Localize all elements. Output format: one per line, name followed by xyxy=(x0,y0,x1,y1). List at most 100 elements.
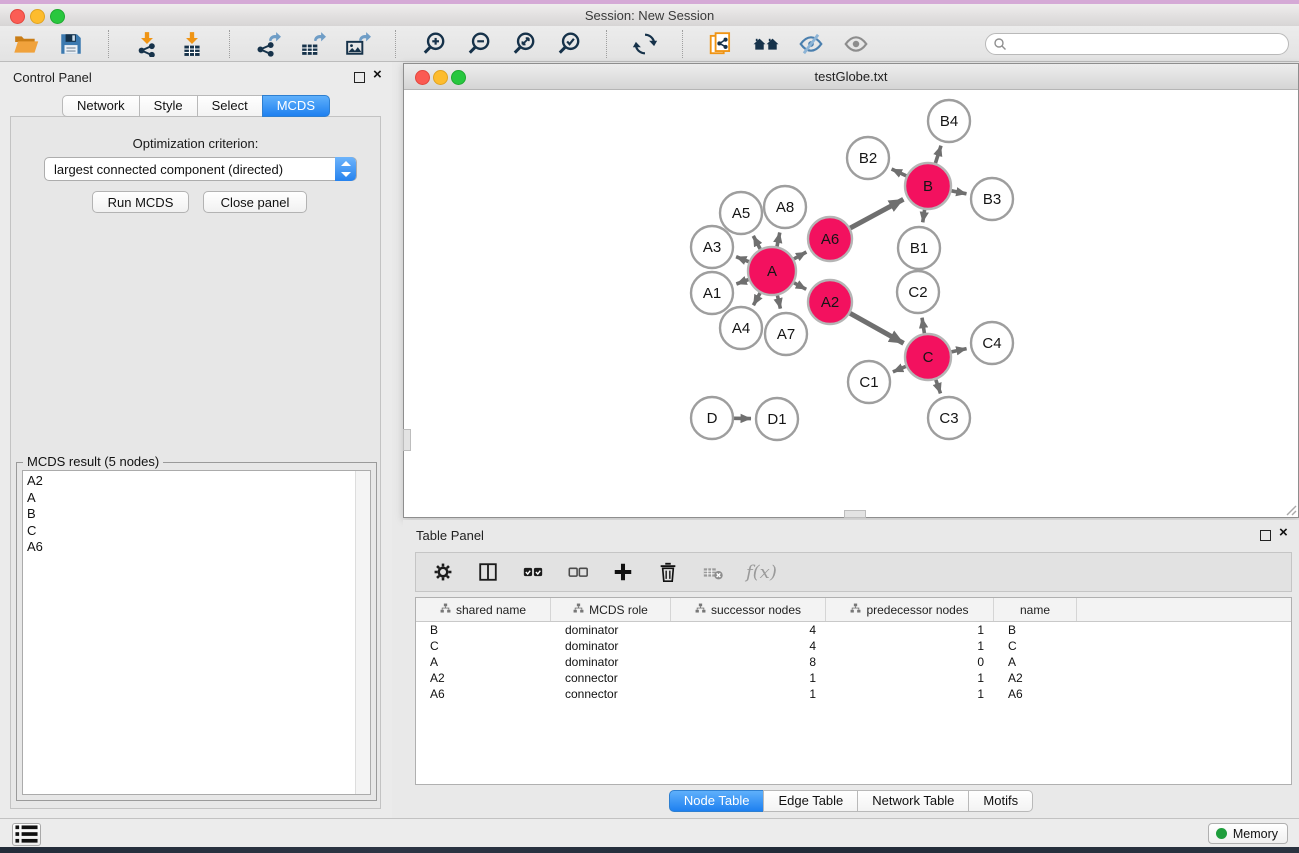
task-history-button[interactable] xyxy=(12,823,41,846)
node-D[interactable]: D xyxy=(691,397,733,439)
result-item[interactable]: A xyxy=(23,490,355,507)
edge-B-B2[interactable] xyxy=(892,169,907,176)
gear-icon[interactable] xyxy=(431,560,455,584)
edge-C-C1[interactable] xyxy=(893,366,906,372)
node-A6[interactable]: A6 xyxy=(808,217,852,261)
tab-select[interactable]: Select xyxy=(197,95,263,117)
run-mcds-button[interactable]: Run MCDS xyxy=(92,191,189,213)
tab-style[interactable]: Style xyxy=(139,95,198,117)
tab-motifs[interactable]: Motifs xyxy=(968,790,1033,812)
float-panel-icon[interactable] xyxy=(1260,530,1271,541)
edge-A-A8[interactable] xyxy=(777,233,780,247)
tab-network[interactable]: Network xyxy=(62,95,140,117)
select-all-icon[interactable] xyxy=(521,560,545,584)
memory-button[interactable]: Memory xyxy=(1208,823,1288,844)
float-panel-icon[interactable] xyxy=(354,72,365,83)
node-C2[interactable]: C2 xyxy=(897,271,939,313)
node-A1[interactable]: A1 xyxy=(691,272,733,314)
edge-A6-B[interactable] xyxy=(850,199,903,228)
column-header-successor-nodes[interactable]: successor nodes xyxy=(671,598,826,621)
refresh-layout-icon[interactable] xyxy=(631,30,659,58)
close-panel-icon[interactable]: × xyxy=(1279,524,1288,542)
zoom-in-icon[interactable] xyxy=(420,30,448,58)
tab-mcds[interactable]: MCDS xyxy=(262,95,330,117)
node-A5[interactable]: A5 xyxy=(720,192,762,234)
zoom-selected-icon[interactable] xyxy=(555,30,583,58)
result-item[interactable]: A2 xyxy=(23,473,355,490)
export-image-icon[interactable] xyxy=(344,30,372,58)
node-A4[interactable]: A4 xyxy=(720,307,762,349)
show-graphics-details-icon[interactable] xyxy=(842,30,870,58)
result-item[interactable]: C xyxy=(23,523,355,540)
table-row[interactable]: A6connector11A6 xyxy=(416,686,1291,702)
node-B2[interactable]: B2 xyxy=(847,137,889,179)
edge-A-A3[interactable] xyxy=(736,257,749,262)
result-list-scrollbar[interactable] xyxy=(355,471,370,794)
node-C1[interactable]: C1 xyxy=(848,361,890,403)
table-row[interactable]: Bdominator41B xyxy=(416,622,1291,638)
network-canvas[interactable]: B4 B2 B B3 A5A8A6 A3 A B1 A1 C2 A2 A4A7 C4 C C1 D D1 C3 xyxy=(404,89,1298,517)
edge-C-C4[interactable] xyxy=(951,349,966,352)
export-network-icon[interactable] xyxy=(254,30,282,58)
result-item[interactable]: A6 xyxy=(23,539,355,556)
edge-A-A4[interactable] xyxy=(753,293,760,305)
edge-A2-C[interactable] xyxy=(850,313,904,343)
splitter-handle-bottom[interactable] xyxy=(844,510,866,518)
columns-icon[interactable] xyxy=(476,560,500,584)
tab-edge-table[interactable]: Edge Table xyxy=(763,790,858,812)
zoom-out-icon[interactable] xyxy=(465,30,493,58)
column-header-predecessor-nodes[interactable]: predecessor nodes xyxy=(826,598,994,621)
table-row[interactable]: Cdominator41C xyxy=(416,638,1291,654)
node-C3[interactable]: C3 xyxy=(928,397,970,439)
result-item[interactable]: B xyxy=(23,506,355,523)
node-A8[interactable]: A8 xyxy=(764,186,806,228)
criterion-dropdown[interactable]: largest connected component (directed) xyxy=(44,157,357,181)
add-icon[interactable] xyxy=(611,560,635,584)
node-C[interactable]: C xyxy=(905,334,951,380)
search-input[interactable] xyxy=(985,33,1289,55)
resize-grip-icon[interactable] xyxy=(1283,502,1297,516)
edge-B-B1[interactable] xyxy=(923,210,925,223)
zoom-fit-icon[interactable] xyxy=(510,30,538,58)
save-session-icon[interactable] xyxy=(57,30,85,58)
tab-node-table[interactable]: Node Table xyxy=(669,790,765,812)
tab-network-table[interactable]: Network Table xyxy=(857,790,969,812)
network-document-icon[interactable] xyxy=(707,30,735,58)
node-B[interactable]: B xyxy=(905,163,951,209)
node-A7[interactable]: A7 xyxy=(765,313,807,355)
close-panel-button[interactable]: Close panel xyxy=(203,191,307,213)
open-session-icon[interactable] xyxy=(12,30,40,58)
delete-table-icon[interactable] xyxy=(701,560,725,584)
node-B3[interactable]: B3 xyxy=(971,178,1013,220)
node-C4[interactable]: C4 xyxy=(971,322,1013,364)
edge-A-A6[interactable] xyxy=(794,252,807,259)
edge-A-A2[interactable] xyxy=(794,283,806,290)
column-header-mcds-role[interactable]: MCDS role xyxy=(551,598,671,621)
edge-A-A1[interactable] xyxy=(736,280,748,284)
hide-graphics-details-icon[interactable] xyxy=(797,30,825,58)
column-header-name[interactable]: name xyxy=(994,598,1077,621)
deselect-all-icon[interactable] xyxy=(566,560,590,584)
import-network-icon[interactable] xyxy=(133,30,161,58)
node-D1[interactable]: D1 xyxy=(756,398,798,440)
edge-A-A7[interactable] xyxy=(777,295,780,308)
edge-B-B4[interactable] xyxy=(935,146,941,164)
node-A3[interactable]: A3 xyxy=(691,226,733,268)
edge-C-C2[interactable] xyxy=(922,318,924,334)
edge-C-C3[interactable] xyxy=(936,380,941,394)
node-A2[interactable]: A2 xyxy=(808,280,852,324)
node-A[interactable]: A xyxy=(748,247,796,295)
column-header-shared-name[interactable]: shared name xyxy=(416,598,551,621)
export-table-icon[interactable] xyxy=(299,30,327,58)
edge-A-A5[interactable] xyxy=(753,236,760,249)
node-B4[interactable]: B4 xyxy=(928,100,970,142)
table-row[interactable]: Adominator80A xyxy=(416,654,1291,670)
splitter-handle-left[interactable] xyxy=(403,429,411,451)
close-panel-icon[interactable]: × xyxy=(373,66,382,84)
houses-icon[interactable] xyxy=(752,30,780,58)
trash-icon[interactable] xyxy=(656,560,680,584)
table-row[interactable]: A2connector11A2 xyxy=(416,670,1291,686)
node-B1[interactable]: B1 xyxy=(898,227,940,269)
edge-B-B3[interactable] xyxy=(952,191,967,194)
import-table-icon[interactable] xyxy=(178,30,206,58)
